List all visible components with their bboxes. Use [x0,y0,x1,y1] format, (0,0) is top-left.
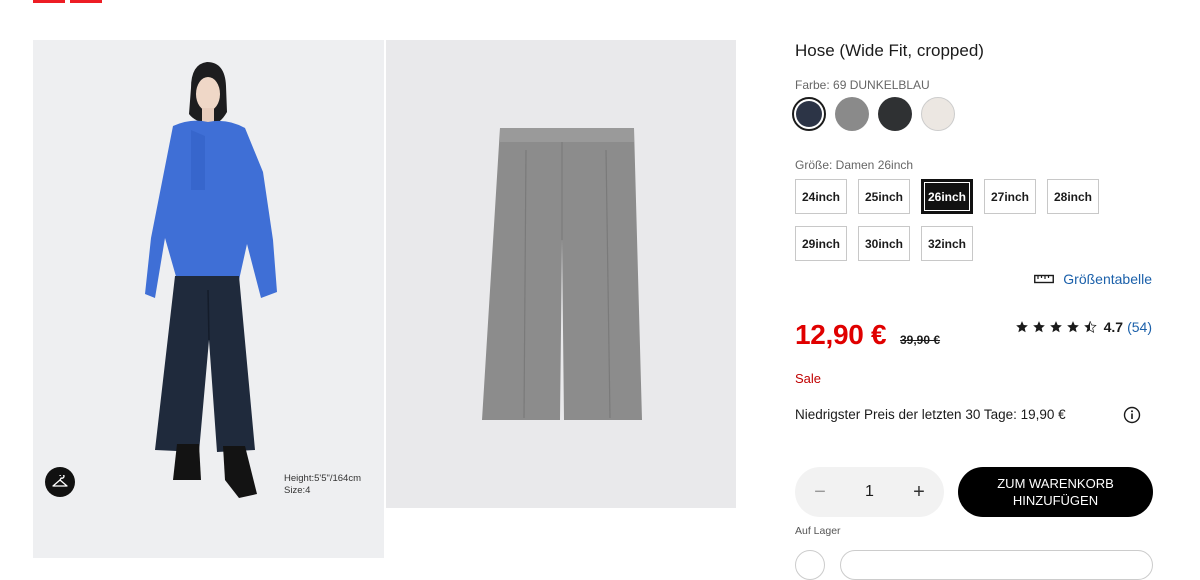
add-to-cart-line2: HINZUFÜGEN [1012,493,1099,508]
star-full-icon [1066,321,1079,333]
size-button-24inch[interactable]: 24inch [795,179,847,214]
rating-value: 4.7 [1103,319,1124,335]
size-button-30inch[interactable]: 30inch [858,226,910,261]
brand-logo[interactable] [33,0,102,3]
model-info: Height:5'5"/164cm Size:4 [284,473,361,497]
hanger-icon [52,475,68,487]
product-title: Hose (Wide Fit, cropped) [795,41,984,60]
size-label: Größe: Damen 26inch [795,158,914,172]
add-to-cart-button[interactable]: ZUM WARENKORB HINZUFÜGEN [958,467,1153,517]
product-image-model[interactable]: Height:5'5"/164cm Size:4 [33,40,384,508]
color-swatch-off-white[interactable] [921,97,955,131]
product-image-flat[interactable] [386,40,736,508]
review-count-link[interactable]: (54) [1127,319,1152,335]
pants-photo [482,128,642,420]
model-size: Size:4 [284,485,311,496]
sale-label: Sale [795,371,822,386]
rating-stars [1015,320,1097,334]
star-full-icon [1032,321,1045,333]
store-availability-button[interactable] [840,550,1153,580]
ruler-icon [1034,274,1055,284]
size-button-26inch[interactable]: 26inch [921,179,973,214]
color-swatch-dark-gray[interactable] [878,97,912,131]
model-photo [145,62,277,498]
star-half-icon [1083,321,1097,333]
size-options: 24inch 25inch 26inch 27inch 28inch 29inc… [795,179,1115,261]
size-chart-link[interactable]: Größentabelle [1034,271,1152,287]
size-button-28inch[interactable]: 28inch [1047,179,1099,214]
color-swatch-navy[interactable] [792,97,826,131]
sale-price: 12,90 € [795,319,887,350]
color-swatches [792,97,955,131]
model-height: Height:5'5"/164cm [284,473,362,484]
size-chart-label: Größentabelle [1063,271,1152,287]
quantity-value: 1 [865,483,874,500]
color-label: Farbe: 69 DUNKELBLAU [795,78,930,92]
size-button-25inch[interactable]: 25inch [858,179,910,214]
original-price: 39,90 € [900,333,941,347]
size-button-32inch[interactable]: 32inch [921,226,973,261]
lowest-price-text: Niedrigster Preis der letzten 30 Tage: 1… [795,407,1066,422]
decrease-quantity-button[interactable]: − [811,481,829,504]
favorite-button[interactable] [795,550,825,580]
size-button-29inch[interactable]: 29inch [795,226,847,261]
rating: 4.7 (54) [1015,319,1152,335]
info-icon[interactable] [1123,406,1141,424]
star-full-icon [1049,321,1062,333]
quantity-stepper: − 1 + [795,467,944,517]
stock-status: Auf Lager [795,525,841,537]
add-to-cart-line1: ZUM WARENKORB [997,476,1114,491]
size-button-27inch[interactable]: 27inch [984,179,1036,214]
star-full-icon [1015,321,1028,333]
fit-info-button[interactable] [45,467,75,497]
product-image-next[interactable] [33,508,384,558]
increase-quantity-button[interactable]: + [910,481,928,504]
color-swatch-gray[interactable] [835,97,869,131]
